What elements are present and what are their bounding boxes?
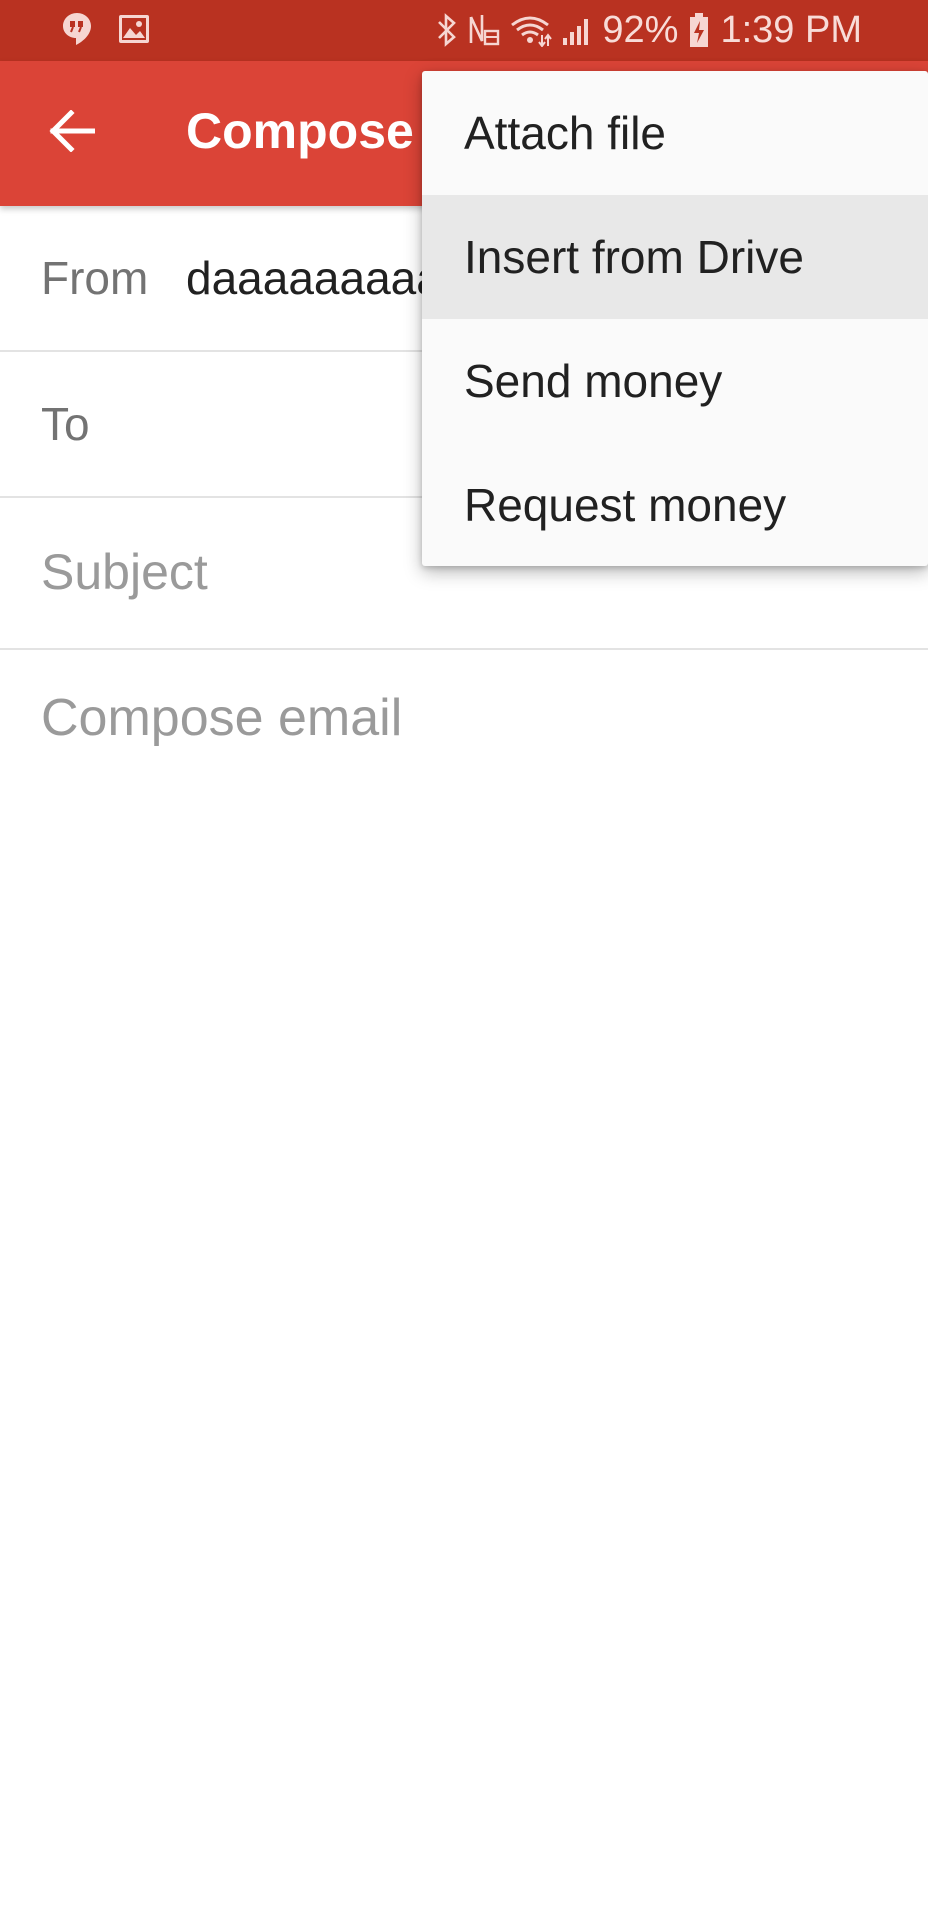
- compose-screen: 92% 1:39 PM Compose From daaaaaaaaa To S…: [0, 0, 928, 1907]
- page-title: Compose: [186, 103, 414, 159]
- clock: 1:39 PM: [720, 9, 862, 51]
- from-label: From: [41, 252, 149, 304]
- image-notification-icon: [118, 14, 150, 44]
- battery-charging-icon: [688, 12, 710, 48]
- menu-item-request-money[interactable]: Request money: [422, 443, 928, 566]
- compose-email-body[interactable]: Compose email: [41, 688, 402, 748]
- from-account-value[interactable]: daaaaaaaaa: [186, 250, 442, 306]
- status-bar: 92% 1:39 PM: [0, 0, 928, 61]
- notification-icons: [62, 12, 150, 46]
- bluetooth-icon: [436, 13, 458, 47]
- back-button[interactable]: [44, 105, 100, 161]
- nfc-icon: [468, 13, 500, 47]
- wifi-icon: [510, 13, 553, 47]
- hangouts-notification-icon: [62, 12, 92, 46]
- signal-icon: [562, 13, 592, 47]
- attach-menu: Attach file Insert from Drive Send money…: [422, 71, 928, 566]
- menu-item-send-money[interactable]: Send money: [422, 319, 928, 443]
- menu-item-attach-file[interactable]: Attach file: [422, 71, 928, 195]
- arrow-back-icon: [49, 108, 96, 157]
- to-label: To: [41, 398, 90, 450]
- system-status: 92% 1:39 PM: [436, 8, 862, 52]
- menu-item-insert-from-drive[interactable]: Insert from Drive: [422, 195, 928, 319]
- battery-percent: 92%: [602, 9, 679, 51]
- subject-input[interactable]: Subject: [41, 542, 208, 602]
